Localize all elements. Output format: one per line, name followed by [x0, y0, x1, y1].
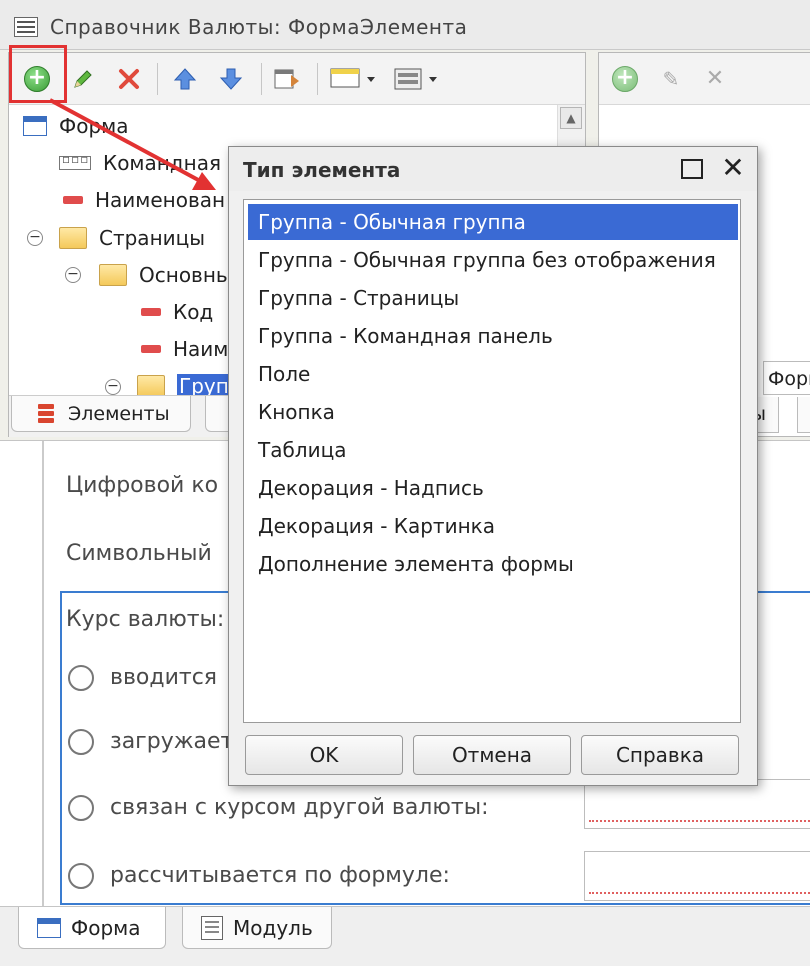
ok-button[interactable]: OK: [245, 735, 403, 775]
delete-button[interactable]: [113, 63, 145, 95]
tree-item-label: Командная п: [103, 151, 241, 175]
collapse-toggle[interactable]: −: [27, 230, 43, 246]
tree-item-label: Наименован: [95, 188, 226, 212]
rate-group-label: Курс валюты:: [66, 607, 225, 632]
tree-item-name-field-2[interactable]: Наим: [141, 332, 228, 366]
dialog-titlebar: Тип элемента ✕: [229, 147, 757, 191]
form-properties-button[interactable]: [271, 63, 303, 95]
tab-form[interactable]: Форма: [18, 907, 166, 949]
list-item[interactable]: Дополнение элемента формы: [248, 546, 738, 582]
tree-item-label: Основны: [139, 263, 232, 287]
add-button-highlight: [9, 45, 67, 103]
radio-label: вводится: [110, 665, 218, 690]
radio-label: загружает: [110, 729, 234, 754]
tab-label: Элементы: [68, 402, 170, 425]
cancel-button[interactable]: Отмена: [413, 735, 571, 775]
tab-module[interactable]: Модуль: [182, 907, 332, 949]
tree-item-label: Форма: [59, 114, 129, 138]
layout-dropdown-button[interactable]: [391, 63, 445, 95]
window-title: Справочник Валюты: ФормаЭлемента: [50, 15, 468, 39]
delete-icon: ✕: [705, 66, 725, 91]
tree-item-label: Страницы: [99, 226, 206, 250]
field-icon: [141, 345, 161, 353]
properties-toolbar: + ✎ ✕: [599, 53, 810, 105]
tab-elements[interactable]: Элементы: [11, 396, 191, 432]
list-item[interactable]: Группа - Командная панель: [248, 318, 738, 354]
radio-entered[interactable]: [68, 665, 94, 691]
element-type-list[interactable]: Группа - Обычная группа Группа - Обычная…: [243, 199, 741, 723]
window-app-icon: [14, 17, 38, 37]
collapse-toggle[interactable]: −: [105, 379, 121, 395]
scroll-up-icon[interactable]: ▲: [560, 107, 582, 129]
edit-icon: [74, 70, 92, 88]
list-item[interactable]: Группа - Обычная группа: [248, 204, 738, 240]
radio-formula[interactable]: [68, 863, 94, 889]
add-icon: +: [612, 66, 638, 92]
form-icon: [23, 116, 47, 136]
close-icon[interactable]: ✕: [719, 153, 747, 183]
digital-code-label: Цифровой ко: [66, 473, 219, 498]
dialog-title: Тип элемента: [243, 158, 401, 182]
radio-linked[interactable]: [68, 795, 94, 821]
window-titlebar: Справочник Валюты: ФормаЭлемента: [0, 0, 810, 50]
collapse-toggle[interactable]: −: [65, 267, 81, 283]
form-icon: [37, 917, 61, 938]
form-tab-label: Форм: [763, 361, 810, 395]
edit-button[interactable]: [67, 63, 99, 95]
tree-item-name-field[interactable]: Наименован: [63, 183, 225, 217]
layout-icon: [394, 68, 437, 90]
editor-tabs: Форма Модуль: [0, 906, 810, 966]
move-down-icon: [219, 68, 243, 90]
maximize-icon[interactable]: [681, 159, 703, 179]
formula-input[interactable]: [584, 851, 810, 901]
list-item[interactable]: Кнопка: [248, 394, 738, 430]
list-item[interactable]: Группа - Страницы: [248, 280, 738, 316]
window-view-icon: [330, 68, 375, 88]
move-up-button[interactable]: [169, 63, 201, 95]
delete-button-disabled[interactable]: ✕: [699, 63, 731, 95]
folder-icon: [137, 375, 165, 397]
tree-item-main-page[interactable]: Основны: [99, 258, 232, 292]
tree-item-label: Код: [173, 300, 214, 324]
tree-item-code-field[interactable]: Код: [141, 295, 213, 329]
list-item[interactable]: Декорация - Надпись: [248, 470, 738, 506]
list-item[interactable]: Группа - Обычная группа без отображения: [248, 242, 738, 278]
view-dropdown-button[interactable]: [327, 63, 381, 95]
folder-icon: [99, 264, 127, 286]
tab-extra[interactable]: [797, 397, 810, 433]
command-panel-icon: [59, 152, 91, 170]
move-up-icon: [173, 68, 197, 90]
edit-icon: ✎: [662, 67, 680, 91]
help-button[interactable]: Справка: [581, 735, 739, 775]
add-button-disabled[interactable]: +: [609, 63, 641, 95]
list-item[interactable]: Поле: [248, 356, 738, 392]
elements-icon: [38, 404, 54, 426]
move-down-button[interactable]: [215, 63, 247, 95]
symbol-code-label: Символьный: [66, 541, 212, 566]
elements-toolbar: +: [9, 45, 585, 105]
list-item[interactable]: Таблица: [248, 432, 738, 468]
edit-button-disabled[interactable]: ✎: [655, 63, 687, 95]
tree-item-pages[interactable]: Страницы: [59, 221, 205, 255]
radio-label: рассчитывается по формуле:: [110, 863, 450, 888]
tree-item-command-panel[interactable]: Командная п: [59, 146, 240, 180]
list-item[interactable]: Декорация - Картинка: [248, 508, 738, 544]
field-icon: [63, 196, 83, 204]
radio-loaded[interactable]: [68, 729, 94, 755]
field-icon: [141, 308, 161, 316]
tree-item-form[interactable]: Форма: [23, 109, 129, 143]
tab-label: Форма: [71, 915, 141, 940]
radio-label: связан с курсом другой валюты:: [110, 795, 489, 820]
element-type-dialog: Тип элемента ✕ Группа - Обычная группа Г…: [228, 146, 758, 786]
linked-currency-input[interactable]: [584, 779, 810, 829]
module-icon: [201, 915, 223, 940]
tab-label: Модуль: [233, 915, 313, 940]
tree-item-label: Наим: [173, 337, 229, 361]
delete-icon: [119, 69, 139, 89]
properties-icon: [274, 69, 299, 89]
folder-icon: [59, 227, 87, 249]
